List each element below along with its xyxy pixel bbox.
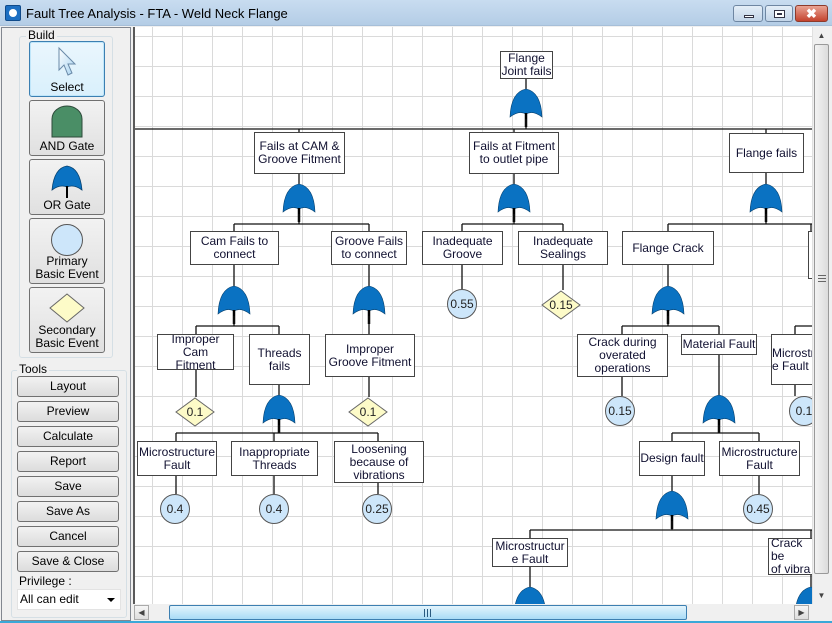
maximize-icon [774, 10, 785, 18]
event-fails-at-fitment[interactable]: Fails at Fitment to outlet pipe [469, 132, 559, 174]
event-microstructure-fault-right[interactable]: Microstructur e Fault [771, 334, 812, 385]
event-flange-fails[interactable]: Flange fails [729, 133, 804, 173]
calculate-button[interactable]: Calculate [17, 426, 119, 447]
or-gate-tool-button[interactable]: OR Gate [29, 159, 105, 215]
grip-icon [424, 609, 431, 617]
event-design-fault[interactable]: Design fault [639, 441, 705, 476]
close-button[interactable]: ✖ [795, 5, 828, 22]
scroll-corner [812, 604, 830, 621]
and-gate-icon [51, 105, 83, 138]
title-bar[interactable]: Fault Tree Analysis - FTA - Weld Neck Fl… [0, 0, 832, 26]
preview-button[interactable]: Preview [17, 401, 119, 422]
primary-basic-event-tool-label: Primary Basic Event [35, 254, 99, 281]
event-loosening-because-of-vibrations[interactable]: Loosening because of vibrations [334, 441, 424, 483]
horizontal-scrollbar[interactable]: ◀ ▶ [133, 604, 812, 621]
or-gate-tool-label: OR Gate [43, 198, 91, 212]
minimize-button[interactable] [733, 5, 763, 22]
secondary-event-improper-groove[interactable]: 0.1 [348, 397, 388, 427]
tools-group-label: Tools [17, 362, 50, 376]
event-cam-fails-to-connect[interactable]: Cam Fails to connect [190, 231, 279, 265]
horizontal-scroll-thumb[interactable] [169, 605, 687, 620]
event-flange-joint-fails[interactable]: Flange Joint fails [500, 51, 553, 79]
primary-event-microstructure-fault[interactable]: 0.4 [160, 494, 190, 524]
cursor-arrow-icon [58, 46, 77, 76]
secondary-basic-event-tool-label: Secondary Basic Event [35, 323, 99, 350]
event-groove-fails-to-connect[interactable]: Groove Fails to connect [331, 231, 407, 265]
fault-tree-canvas[interactable]: Flange Joint fails Fails at CAM & Groove… [133, 27, 812, 604]
grip-icon [818, 275, 826, 282]
maximize-button[interactable] [765, 5, 793, 22]
vertical-scroll-thumb[interactable] [814, 44, 829, 574]
build-group-label: Build [26, 28, 57, 42]
scroll-up-icon[interactable]: ▲ [813, 27, 830, 44]
primary-event-loosening[interactable]: 0.25 [362, 494, 392, 524]
event-crack-because-of-vibration[interactable]: Crack be of vibra [768, 538, 812, 575]
connector-layer [135, 79, 812, 604]
primary-event-crack-overated[interactable]: 0.15 [605, 396, 635, 426]
secondary-basic-event-tool-button[interactable]: Secondary Basic Event [29, 287, 105, 353]
event-improper-cam-fitment[interactable]: Improper Cam Fitment [157, 334, 234, 370]
left-panel: Build Select AND Gate OR Gate Primary Ba… [1, 27, 131, 621]
save-as-button[interactable]: Save As [17, 501, 119, 522]
minimize-icon [744, 15, 754, 18]
event-material-fault[interactable]: Material Fault [681, 334, 757, 355]
and-gate-tool-button[interactable]: AND Gate [29, 100, 105, 156]
and-gate-tool-label: AND Gate [39, 139, 95, 153]
primary-event-microstructure-fault-2[interactable]: 0.45 [743, 494, 773, 524]
or-gate-crack-vibration[interactable] [795, 586, 812, 604]
report-button[interactable]: Report [17, 451, 119, 472]
event-threads-fails[interactable]: Threads fails [249, 334, 310, 385]
primary-event-inappropriate-threads[interactable]: 0.4 [259, 494, 289, 524]
cancel-button[interactable]: Cancel [17, 526, 119, 547]
select-tool-label: Select [50, 80, 84, 94]
fta-window: Fault Tree Analysis - FTA - Weld Neck Fl… [0, 0, 832, 623]
primary-event-inadequate-groove[interactable]: 0.55 [447, 289, 477, 319]
diamond-event-icon [49, 293, 85, 323]
primary-basic-event-tool-button[interactable]: Primary Basic Event [29, 218, 105, 284]
circle-event-icon [51, 224, 83, 256]
layout-button[interactable]: Layout [17, 376, 119, 397]
privilege-label: Privilege : [19, 574, 72, 588]
scroll-left-icon[interactable]: ◀ [134, 605, 149, 620]
app-icon [5, 5, 21, 21]
close-icon: ✖ [806, 6, 817, 21]
select-tool-button[interactable]: Select [29, 41, 105, 97]
event-microstructure-fault[interactable]: Microstructure Fault [137, 441, 217, 476]
or-gate-icon [51, 165, 83, 198]
or-gate-microstructure-3[interactable] [514, 586, 546, 604]
secondary-event-improper-cam[interactable]: 0.1 [175, 397, 215, 427]
event-inappropriate-threads[interactable]: Inappropriate Threads [231, 441, 318, 476]
scroll-down-icon[interactable]: ▼ [813, 587, 830, 604]
event-flange-crack[interactable]: Flange Crack [622, 231, 714, 265]
vertical-scrollbar[interactable]: ▲ ▼ [812, 27, 830, 604]
privilege-select[interactable]: All can edit [17, 589, 121, 610]
save-and-close-button[interactable]: Save & Close [17, 551, 119, 572]
event-microstructure-fault-2[interactable]: Microstructure Fault [719, 441, 800, 476]
event-improper-groove-fitment[interactable]: Improper Groove Fitment [325, 334, 415, 377]
window-title: Fault Tree Analysis - FTA - Weld Neck Fl… [26, 6, 288, 21]
secondary-event-inadequate-sealings[interactable]: 0.15 [541, 290, 581, 320]
save-button[interactable]: Save [17, 476, 119, 497]
scroll-right-icon[interactable]: ▶ [794, 605, 809, 620]
event-fails-at-cam-groove[interactable]: Fails at CAM & Groove Fitment [254, 132, 345, 174]
chevron-down-icon [107, 598, 115, 602]
event-microstructure-fault-3[interactable]: Microstructur e Fault [492, 538, 568, 567]
event-crack-during-overated-operations[interactable]: Crack during overated operations [577, 334, 668, 377]
event-inadequate-groove[interactable]: Inadequate Groove [422, 231, 503, 265]
privilege-value: All can edit [20, 592, 79, 606]
event-inadequate-sealings[interactable]: Inadequate Sealings [518, 231, 608, 265]
primary-event-microstructure-right[interactable]: 0.1 [789, 396, 812, 426]
